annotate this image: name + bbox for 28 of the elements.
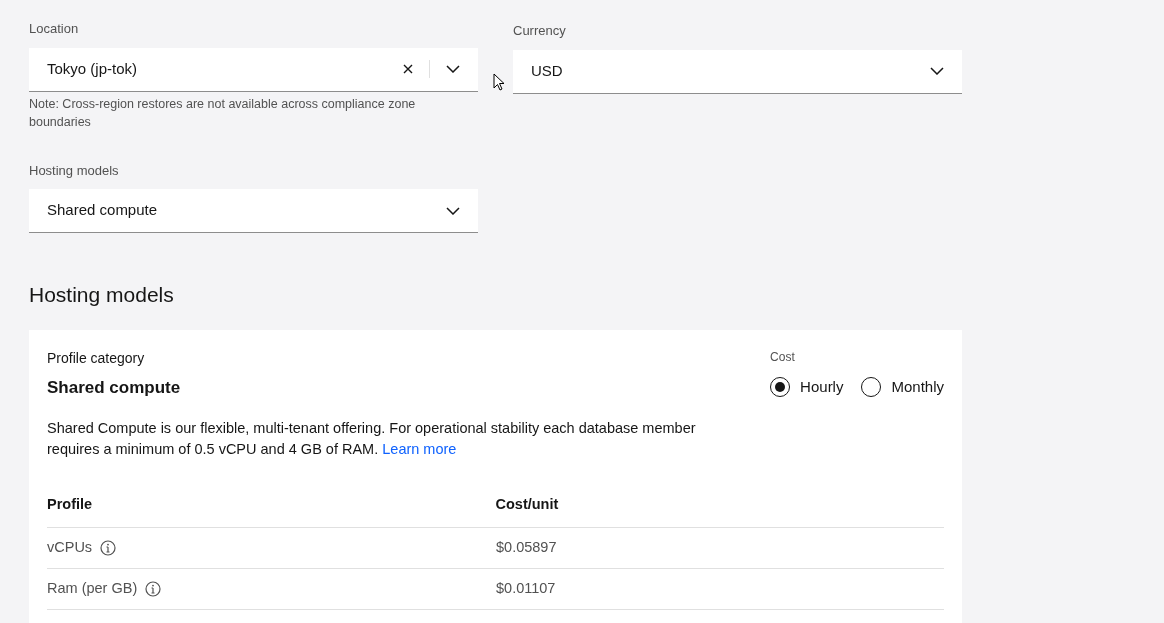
dropdown-field[interactable]: Tokyo (jp-tok) bbox=[29, 47, 478, 92]
chevron-down-icon bbox=[930, 67, 944, 75]
clear-icon[interactable] bbox=[403, 64, 413, 74]
dropdown-field[interactable]: USD bbox=[513, 49, 962, 94]
field-label: Hosting models bbox=[29, 161, 120, 180]
note-text: Note: Cross-region restores are not available across compliance zone boundaries bbox=[29, 95, 417, 131]
table-cell-text: Ram (per GB) bbox=[47, 579, 138, 599]
column-header: Cost/unit bbox=[495, 494, 560, 514]
radio-option[interactable]: Hourly bbox=[770, 375, 844, 398]
field-label: Currency bbox=[513, 22, 567, 40]
table-cell-text: vCPUs bbox=[47, 538, 93, 558]
category-label: Profile category bbox=[47, 348, 146, 368]
category-name: Shared compute bbox=[47, 376, 181, 399]
mouse-pointer-icon bbox=[493, 73, 505, 91]
chevron-down-icon bbox=[446, 65, 460, 73]
info-icon[interactable] bbox=[100, 540, 117, 556]
field-label: Location bbox=[29, 20, 80, 38]
table-cell-text: $0.05897 bbox=[496, 538, 557, 558]
description-text: Shared Compute is our flexible, multi-tenant offering. For operational stability each database member requires a minimum of 0.5 vCPU and 4 GB of RAM. Learn more bbox=[47, 419, 697, 459]
section-title: Hosting models bbox=[29, 282, 175, 308]
column-header: Profile bbox=[47, 494, 94, 514]
chevron-down-icon bbox=[446, 206, 460, 215]
cost-label: Cost bbox=[770, 348, 796, 366]
dropdown-field[interactable]: Shared compute bbox=[29, 189, 478, 233]
info-icon[interactable] bbox=[145, 581, 162, 597]
table-cell-text: $0.01107 bbox=[496, 579, 556, 599]
radio-option[interactable]: Monthly bbox=[861, 375, 944, 398]
learn-more-link[interactable]: Learn more bbox=[382, 441, 457, 457]
